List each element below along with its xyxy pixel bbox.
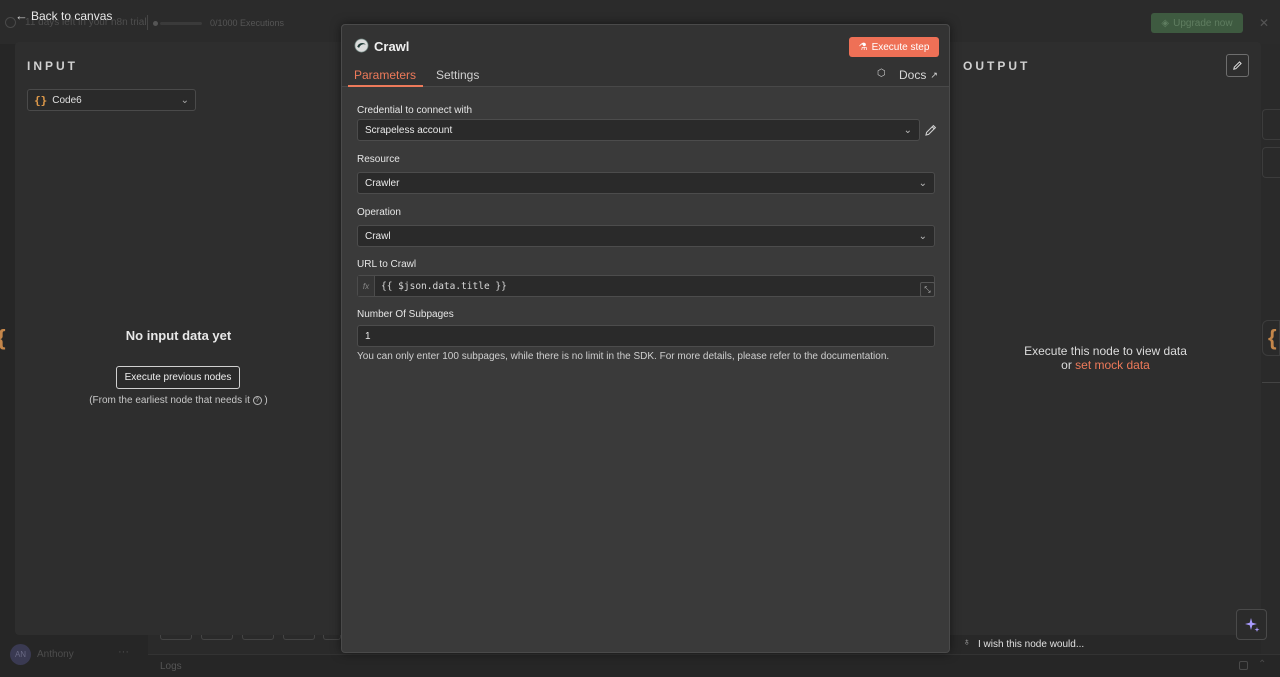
chevron-up-icon[interactable]: ⌃ [1258, 659, 1266, 670]
execute-step-button[interactable]: ⚗ Execute step [849, 37, 939, 57]
input-node-select[interactable]: {} Code6 ⌄ [27, 89, 196, 111]
arrow-left-icon: ← [15, 8, 28, 23]
modal-header: Crawl ⚗ Execute step Parameters Settings… [342, 25, 949, 87]
fx-icon: fx [358, 276, 375, 296]
input-title: INPUT [27, 59, 78, 73]
back-label: Back to canvas [31, 8, 113, 23]
executions-dot-icon [153, 21, 158, 26]
sparkle-icon [1244, 617, 1259, 632]
feedback-bar[interactable]: ♁ I wish this node would... [950, 635, 1261, 654]
set-mock-data-link[interactable]: set mock data [1075, 358, 1150, 372]
cube-icon[interactable]: ⬡ [877, 68, 886, 79]
chevron-down-icon: ⌄ [903, 124, 912, 136]
credential-label: Credential to connect with [357, 105, 473, 116]
divider [1262, 382, 1280, 383]
pencil-icon [1233, 61, 1242, 70]
url-label: URL to Crawl [357, 259, 417, 270]
background-card [1262, 147, 1280, 178]
url-expression-input[interactable]: fx {{ $json.data.title }} ⤡ [357, 275, 935, 297]
note-close: ) [264, 395, 268, 406]
edit-output-button[interactable] [1226, 54, 1249, 77]
docs-link[interactable]: Docs ↗ [899, 68, 938, 82]
subpages-hint: You can only enter 100 subpages, while t… [357, 351, 890, 362]
close-banner-icon[interactable]: ✕ [1259, 16, 1269, 30]
resource-value: Crawler [365, 177, 400, 189]
chevron-down-icon: ⌄ [918, 177, 927, 189]
logs-bar[interactable]: Logs ⌃ [148, 654, 1280, 677]
resource-select[interactable]: Crawler ⌄ [357, 172, 935, 194]
output-title: OUTPUT [963, 59, 1031, 73]
background-card [1262, 109, 1280, 140]
credential-value: Scrapeless account [365, 124, 453, 136]
tab-settings[interactable]: Settings [436, 68, 479, 82]
logs-label: Logs [160, 661, 182, 672]
operation-select[interactable]: Crawl ⌄ [357, 225, 935, 247]
docs-label: Docs [899, 68, 927, 82]
input-panel: INPUT {} Code6 ⌄ No input data yet Execu… [15, 42, 342, 635]
code-braces-icon: {} [34, 93, 48, 107]
output-message: Execute this node to view data [1024, 344, 1187, 358]
edit-credential-icon[interactable] [924, 123, 938, 137]
output-message-line2: or set mock data [950, 358, 1261, 372]
upgrade-label: Upgrade now [1173, 17, 1233, 29]
executions-progress [160, 22, 202, 25]
gem-icon: ◈ [1161, 17, 1170, 29]
ai-assistant-button[interactable] [1236, 609, 1267, 640]
operation-label: Operation [357, 207, 401, 218]
node-title[interactable]: Crawl [374, 39, 409, 54]
chevron-down-icon: ⌄ [918, 230, 927, 242]
node-details-modal: Crawl ⚗ Execute step Parameters Settings… [341, 24, 950, 653]
execute-step-label: Execute step [871, 41, 930, 53]
selected-node-label: Code6 [52, 94, 82, 106]
url-expression-value: {{ $json.data.title }} [381, 280, 507, 292]
or-label: or [1061, 358, 1072, 372]
flask-icon: ⚗ [858, 41, 868, 53]
executions-count: 0/1000 Executions [210, 18, 285, 28]
active-tab-indicator [348, 85, 423, 87]
code-node-icon: { [0, 320, 9, 356]
resource-label: Resource [357, 154, 400, 165]
lightbulb-icon: ♁ [963, 637, 971, 648]
note-text: (From the earliest node that needs it [89, 395, 250, 406]
more-icon[interactable]: ··· [118, 646, 129, 658]
output-panel: OUTPUT Execute this node to view data or… [950, 42, 1261, 635]
subpages-label: Number Of Subpages [357, 309, 454, 320]
chevron-down-icon: ⌄ [180, 94, 189, 106]
popout-icon[interactable] [1239, 661, 1248, 670]
back-to-canvas-link[interactable]: ← Back to canvas [15, 8, 112, 23]
expand-editor-icon[interactable]: ⤡ [920, 282, 935, 297]
avatar[interactable]: AN [10, 644, 31, 665]
execute-previous-nodes-button[interactable]: Execute previous nodes [116, 366, 240, 389]
question-icon[interactable]: ? [252, 396, 262, 405]
subpages-value: 1 [365, 330, 371, 342]
code-node-icon: { [1262, 320, 1280, 356]
banner-divider [147, 15, 148, 30]
scrapeless-logo-icon [354, 38, 369, 53]
external-link-icon: ↗ [930, 69, 938, 80]
wish-text: I wish this node would... [978, 639, 1085, 650]
upgrade-button[interactable]: ◈ Upgrade now [1151, 13, 1243, 33]
credential-select[interactable]: Scrapeless account ⌄ [357, 119, 920, 141]
operation-value: Crawl [365, 230, 391, 242]
subpages-input[interactable]: 1 [357, 325, 935, 347]
no-input-title: No input data yet [125, 328, 232, 343]
tab-parameters[interactable]: Parameters [354, 68, 416, 82]
user-name: Anthony [37, 649, 74, 660]
earliest-node-note: (From the earliest node that needs it ? … [15, 395, 342, 406]
